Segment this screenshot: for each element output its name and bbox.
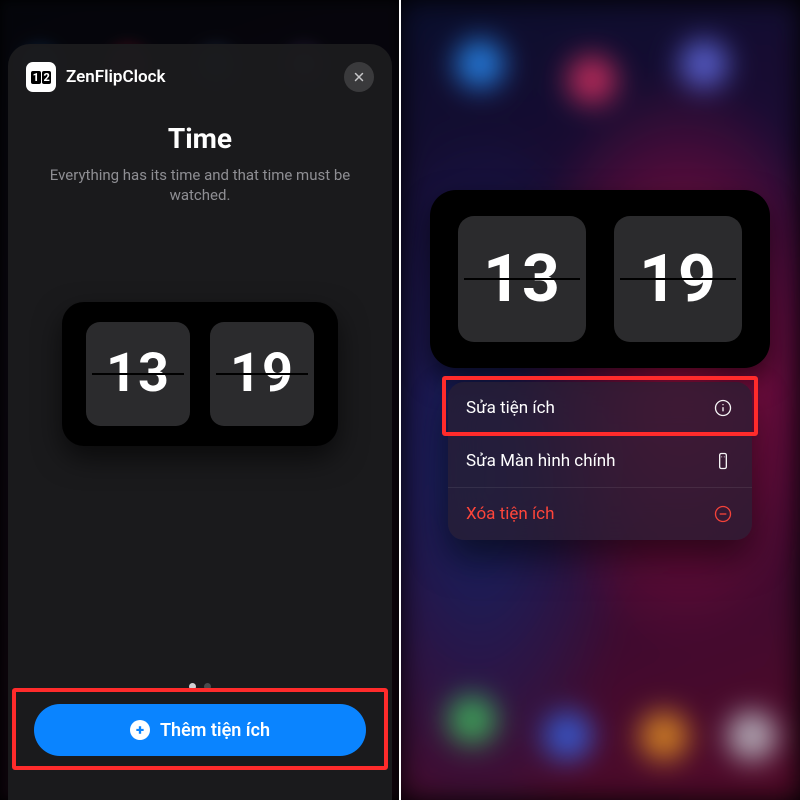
context-menu-item-remove-widget[interactable]: Xóa tiện ích — [448, 487, 752, 540]
phone-rect-icon — [712, 450, 734, 472]
page-dot — [204, 683, 211, 690]
flip-minutes: 19 — [614, 216, 742, 342]
widget-title: Time — [26, 122, 374, 155]
sheet-header: 12 ZenFlipClock — [26, 60, 374, 94]
flip-clock: 13 19 — [430, 190, 770, 368]
context-menu-label: Xóa tiện ích — [466, 504, 554, 524]
flip-minutes: 19 — [210, 322, 314, 426]
screenshot-stage: 12 ZenFlipClock Time Everything has its … — [0, 0, 800, 800]
context-menu-label: Sửa tiện ích — [466, 398, 555, 418]
app-icon-digit: 2 — [42, 71, 52, 84]
app-icon: 12 — [26, 62, 56, 92]
app-name-label: ZenFlipClock — [66, 67, 166, 87]
context-menu-item-edit-widget[interactable]: Sửa tiện ích — [448, 382, 752, 434]
left-panel: 12 ZenFlipClock Time Everything has its … — [0, 0, 400, 800]
flip-hours: 13 — [458, 216, 586, 342]
context-menu-item-edit-home[interactable]: Sửa Màn hình chính — [448, 434, 752, 487]
app-icon-digit: 1 — [31, 71, 41, 84]
info-icon — [712, 397, 734, 419]
close-button[interactable] — [344, 62, 374, 92]
panel-divider — [399, 0, 401, 800]
widget-subtitle: Everything has its time and that time mu… — [26, 165, 374, 206]
right-panel: 13 19 Sửa tiện ích Sửa Màn hình chính Xó… — [400, 0, 800, 800]
page-indicator[interactable] — [8, 683, 392, 690]
page-dot — [189, 683, 196, 690]
flip-hours: 13 — [86, 322, 190, 426]
widget-preview[interactable]: 13 19 — [62, 302, 338, 446]
close-icon — [353, 71, 365, 83]
plus-circle-icon: + — [130, 720, 150, 740]
add-widget-label: Thêm tiện ích — [160, 720, 270, 741]
add-widget-button[interactable]: + Thêm tiện ích — [34, 704, 366, 756]
flip-clock: 13 19 — [62, 302, 338, 446]
minus-circle-icon — [712, 503, 734, 525]
context-menu: Sửa tiện ích Sửa Màn hình chính Xóa tiện… — [448, 382, 752, 540]
widget-gallery-sheet: 12 ZenFlipClock Time Everything has its … — [8, 44, 392, 800]
placed-widget[interactable]: 13 19 — [430, 190, 770, 368]
context-menu-label: Sửa Màn hình chính — [466, 451, 616, 471]
